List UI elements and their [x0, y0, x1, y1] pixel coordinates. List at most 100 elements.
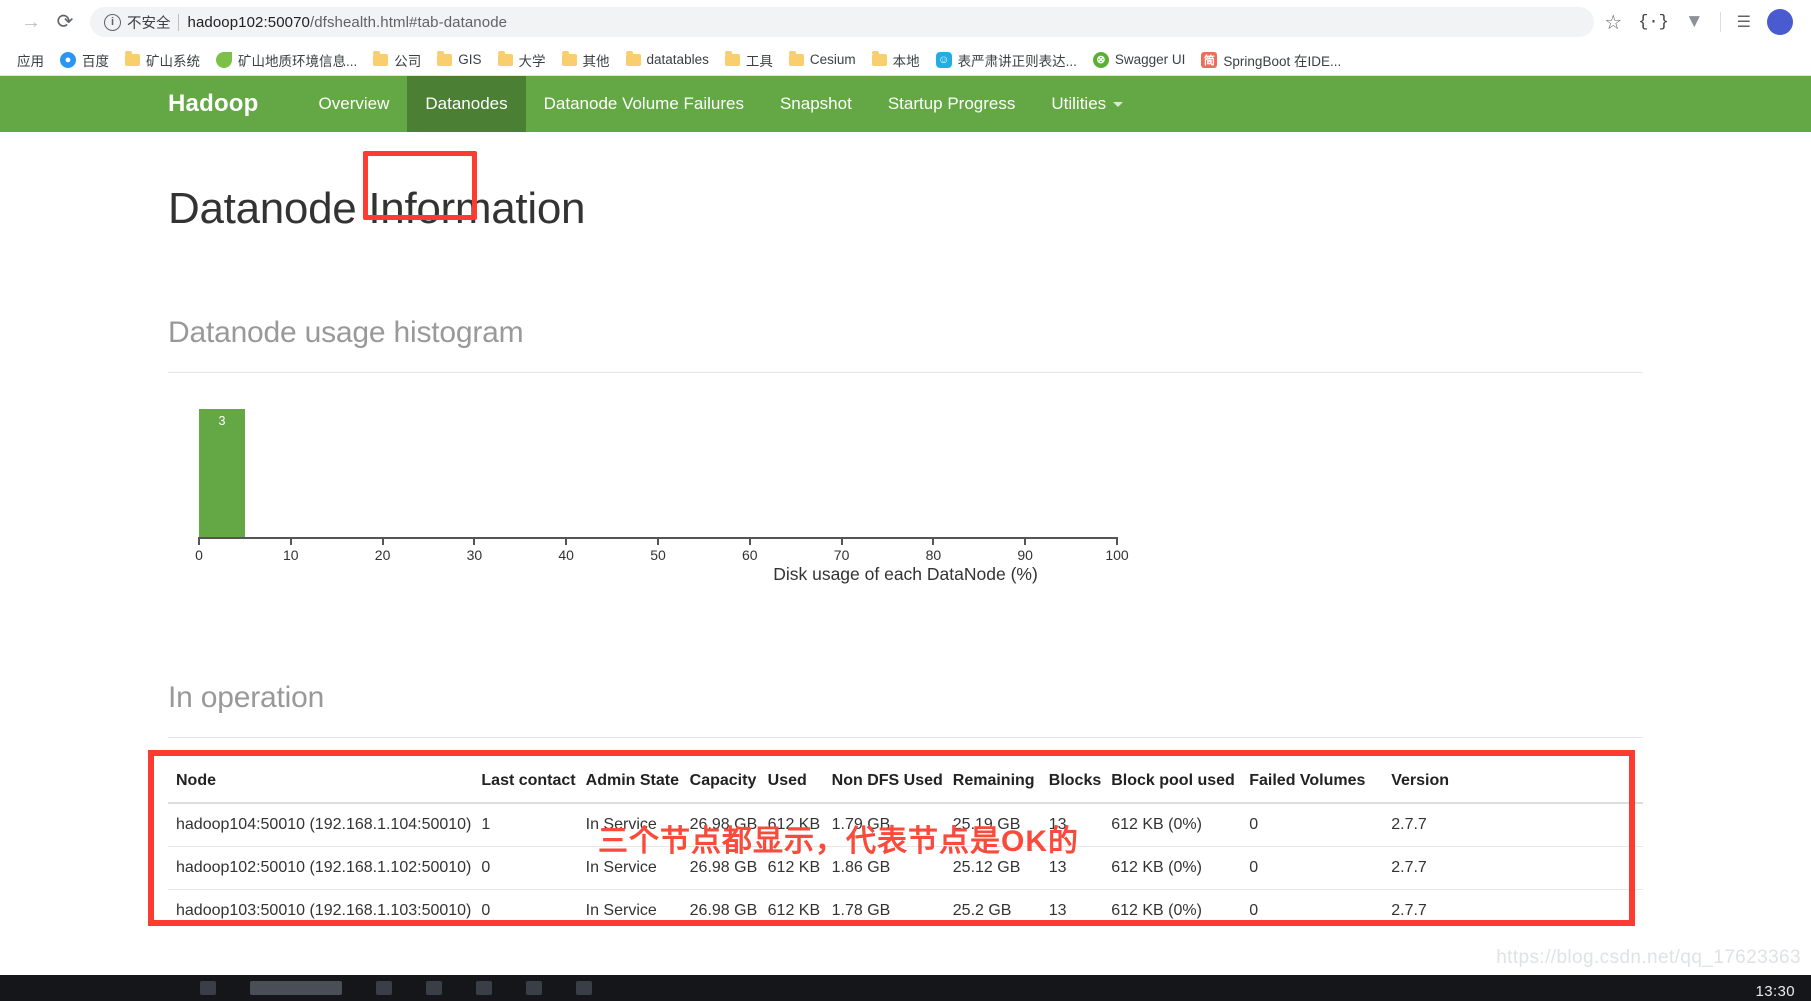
histogram-bar-value-label: 3: [218, 414, 226, 428]
chrome-toolbar-icons: ☆ {·} ▼ ☰: [1604, 9, 1797, 35]
taskbar-app-icon[interactable]: [526, 981, 542, 995]
column-header-blocks[interactable]: Blocks: [1048, 760, 1112, 804]
column-header-capacity[interactable]: Capacity: [689, 760, 768, 804]
bookmark-mining-system[interactable]: 矿山系统: [118, 47, 207, 73]
nav-item-label: Datanode Volume Failures: [543, 94, 744, 113]
nav-item-overview[interactable]: Overview: [301, 76, 408, 132]
datanode-usage-histogram: 3 0 10 20 30 40 50 60 70 80 90 100 Disk usage of eac…: [168, 391, 1643, 599]
bookmark-datatables[interactable]: datatables: [619, 49, 716, 70]
bookmark-company[interactable]: 公司: [366, 47, 428, 73]
reload-icon[interactable]: ⟳: [48, 5, 82, 39]
cell-blocks: 13: [1048, 889, 1112, 932]
axis-tick: [840, 537, 843, 545]
table-row[interactable]: hadoop103:50010 (192.168.1.103:50010) 0 In…: [168, 889, 1643, 932]
address-bar[interactable]: i 不安全 hadoop102:50070/dfshealth.html#tab…: [90, 7, 1595, 37]
bookmark-apps[interactable]: 应用: [10, 47, 51, 73]
cell-non-dfs-used: 1.78 GB: [831, 889, 953, 932]
taskbar-window-icon[interactable]: [250, 981, 342, 995]
taskbar-app-icon[interactable]: [426, 981, 442, 995]
taskbar-app-icon[interactable]: [376, 981, 392, 995]
folder-icon: [437, 51, 453, 66]
bookmark-tools[interactable]: 工具: [718, 47, 780, 73]
taskbar-clock: 13:30: [1755, 983, 1795, 1000]
bookmark-gis[interactable]: GIS: [430, 49, 488, 70]
bookmark-local[interactable]: 本地: [865, 47, 927, 73]
axis-tick-label: 30: [466, 547, 483, 563]
cell-node: hadoop103:50010 (192.168.1.103:50010): [168, 889, 482, 932]
column-header-used[interactable]: Used: [767, 760, 832, 804]
axis-tick-label: 70: [833, 547, 850, 563]
bookmark-label: 矿山系统: [146, 53, 200, 69]
nav-item-utilities[interactable]: Utilities: [1033, 76, 1141, 132]
axis-tick: [473, 537, 476, 545]
folder-icon: [871, 51, 887, 66]
hadoop-navbar: Hadoop Overview Datanodes Datanode Volum…: [0, 76, 1811, 132]
bookmark-regex-article[interactable]: ☺ 表严肃讲正则表达...: [929, 47, 1084, 73]
bookmark-label: Swagger UI: [1114, 52, 1186, 67]
bookmarks-bar: 应用 ● 百度 矿山系统 矿山地质环境信息... 公司 GIS 大学 其他 da…: [0, 44, 1811, 76]
bookmark-other[interactable]: 其他: [555, 47, 617, 73]
page-title: Datanode Information: [168, 184, 586, 233]
column-header-admin-state[interactable]: Admin State: [585, 760, 690, 804]
bookmark-label: 其他: [582, 53, 610, 69]
bookmark-geo-env-info[interactable]: 矿山地质环境信息...: [209, 47, 364, 73]
nav-item-label: Datanodes: [425, 94, 508, 113]
bookmark-label: GIS: [458, 52, 482, 67]
avatar[interactable]: [1767, 9, 1793, 35]
red-annotation-text: 三个节点都显示，代表节点是OK的: [598, 825, 1079, 858]
column-header-version[interactable]: Version: [1391, 760, 1643, 804]
bookmark-label: 表严肃讲正则表达...: [957, 53, 1077, 69]
column-header-non-dfs-used[interactable]: Non DFS Used: [831, 760, 953, 804]
axis-tick-label: 0: [195, 547, 203, 563]
hadoop-brand[interactable]: Hadoop: [168, 76, 301, 132]
omnibox-divider: [177, 13, 179, 31]
folder-icon: [373, 51, 389, 66]
windows-taskbar: 13:30: [0, 975, 1811, 1001]
bookmark-cesium[interactable]: Cesium: [782, 49, 863, 70]
histogram-divider: [168, 372, 1643, 373]
column-header-last-contact[interactable]: Last contact: [481, 760, 586, 804]
json-formatter-icon[interactable]: {·}: [1638, 13, 1669, 32]
url-host: hadoop102:50070: [187, 13, 310, 31]
column-header-node[interactable]: Node: [168, 760, 482, 804]
in-operation-divider: [168, 737, 1643, 738]
column-header-failed-volumes[interactable]: Failed Volumes: [1249, 760, 1392, 804]
folder-icon: [788, 51, 804, 66]
jianshu-icon: 简: [1201, 51, 1218, 68]
table-header-row: Node Last contact Admin State Capacity U…: [168, 760, 1643, 804]
nav-item-startup-progress[interactable]: Startup Progress: [870, 76, 1034, 132]
cell-node: hadoop102:50010 (192.168.1.102:50010): [168, 846, 482, 890]
bookmark-label: 百度: [82, 53, 109, 69]
bookmark-university[interactable]: 大学: [491, 47, 553, 73]
bookmark-label: 矿山地质环境信息...: [238, 53, 358, 69]
nav-item-datanode-volume-failures[interactable]: Datanode Volume Failures: [526, 76, 762, 132]
taskbar-app-icon[interactable]: [476, 981, 492, 995]
bookmark-swagger-ui[interactable]: ⊗ Swagger UI: [1086, 49, 1193, 71]
column-header-remaining[interactable]: Remaining: [952, 760, 1049, 804]
axis-tick-label: 50: [650, 547, 666, 563]
bookmark-springboot[interactable]: 简 SpringBoot 在IDE...: [1194, 47, 1348, 73]
nav-item-label: Utilities: [1051, 94, 1107, 113]
site-info-icon[interactable]: i: [104, 13, 121, 31]
column-header-block-pool-used[interactable]: Block pool used: [1111, 760, 1250, 804]
back-arrow-icon[interactable]: →: [14, 5, 48, 39]
axis-tick: [1024, 537, 1027, 545]
folder-icon: [125, 51, 140, 66]
nav-item-label: Startup Progress: [887, 94, 1016, 113]
taskbar-app-icon[interactable]: [200, 981, 216, 995]
cell-failed-volumes: 0: [1249, 802, 1392, 847]
nav-item-snapshot[interactable]: Snapshot: [762, 76, 870, 132]
bookmark-baidu[interactable]: ● 百度: [53, 47, 116, 73]
toolbar-divider: [1719, 12, 1721, 32]
histogram-plot-area: 3 0 10 20 30 40 50 60 70 80 90 100 Disk usage of eac…: [168, 391, 1643, 599]
bookmark-star-icon[interactable]: ☆: [1604, 10, 1622, 35]
taskbar-app-icon[interactable]: [576, 981, 592, 995]
cell-used: 612 KB: [767, 889, 832, 932]
histogram-bar[interactable]: [199, 409, 245, 537]
nav-item-datanodes[interactable]: Datanodes: [407, 76, 526, 132]
folder-icon: [497, 51, 513, 66]
histogram-heading: Datanode usage histogram: [168, 316, 524, 349]
extension-v-icon[interactable]: ▼: [1685, 11, 1704, 33]
histogram-x-axis-title: Disk usage of each DataNode (%): [773, 564, 1038, 584]
reading-list-icon[interactable]: ☰: [1737, 12, 1751, 32]
